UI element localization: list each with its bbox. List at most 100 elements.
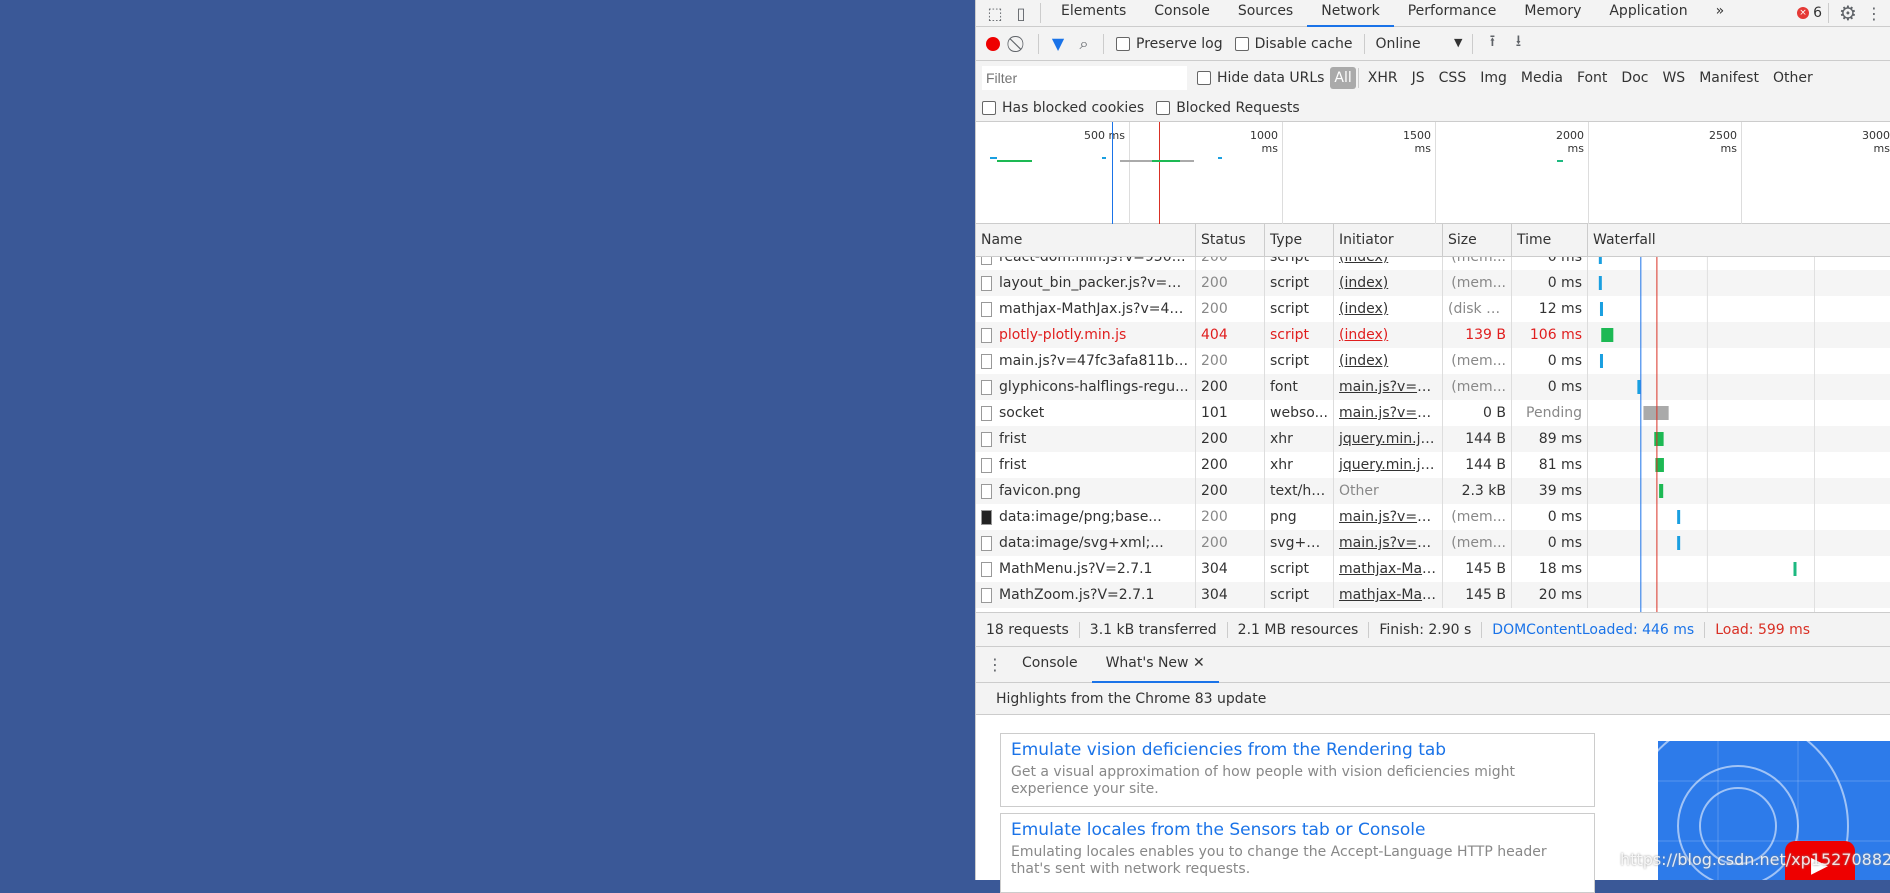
preserve-log-checkbox[interactable]: Preserve log xyxy=(1116,36,1223,52)
request-row[interactable]: favicon.png 200 text/ht... Other 2.3 kB 39 ms xyxy=(976,478,1890,504)
filter-type-media[interactable]: Media xyxy=(1514,70,1570,86)
overview-load-line xyxy=(1159,122,1161,224)
cell-initiator[interactable]: main.js?v=47... xyxy=(1334,504,1443,530)
disable-cache-checkbox[interactable]: Disable cache xyxy=(1234,36,1352,52)
network-overview[interactable]: 500 ms 1000 ms 1500 ms 2000 ms 2500 ms 3000 m… xyxy=(976,122,1890,224)
filter-type-other[interactable]: Other xyxy=(1766,70,1820,86)
request-row[interactable]: data:image/svg+xml;... 200 svg+xml main.js?… xyxy=(976,530,1890,556)
column-header-size[interactable]: Size xyxy=(1443,224,1512,256)
cell-type: xhr xyxy=(1265,452,1334,478)
cell-initiator[interactable]: jquery.min.js... xyxy=(1334,426,1443,452)
column-header-name[interactable]: Name xyxy=(976,224,1196,256)
request-row[interactable]: main.js?v=47fc3afa811b3... 200 script (inde… xyxy=(976,348,1890,374)
blocked-requests-checkbox[interactable]: Blocked Requests xyxy=(1156,100,1300,116)
more-options-icon[interactable]: ⋮ xyxy=(1861,0,1887,26)
cell-time: 0 ms xyxy=(1512,504,1588,530)
divider xyxy=(1364,33,1366,54)
tab-sources[interactable]: Sources xyxy=(1224,0,1307,27)
card-title[interactable]: Emulate locales from the Sensors tab or … xyxy=(1011,820,1584,840)
cell-initiator[interactable]: main.js?v=47... xyxy=(1334,400,1443,426)
request-row[interactable]: plotly-plotly.min.js 404 script (index) 139 … xyxy=(976,322,1890,348)
filter-type-xhr[interactable]: XHR xyxy=(1361,70,1405,86)
filter-type-img[interactable]: Img xyxy=(1473,70,1514,86)
type-text: xhr xyxy=(1270,431,1293,447)
request-row[interactable]: socket 101 webso... main.js?v=47... 0 B Pendi… xyxy=(976,400,1890,426)
inspect-element-icon[interactable]: ⬚ xyxy=(982,0,1008,26)
column-header-time[interactable]: Time xyxy=(1512,224,1588,256)
request-row[interactable]: mathjax-MathJax.js?v=49... 200 script (inde… xyxy=(976,296,1890,322)
request-row[interactable]: frist 200 xhr jquery.min.js... 144 B 81 ms xyxy=(976,452,1890,478)
cell-initiator[interactable]: main.js?v=47... xyxy=(1334,374,1443,400)
highlights-header: Highlights from the Chrome 83 update xyxy=(976,683,1890,715)
overview-request-mark xyxy=(1557,160,1563,162)
filter-type-ws[interactable]: WS xyxy=(1655,70,1692,86)
file-icon xyxy=(981,535,992,551)
initiator-text: main.js?v=47... xyxy=(1339,379,1443,395)
cell-initiator[interactable]: (index) xyxy=(1334,257,1443,270)
search-icon[interactable]: ⌕ xyxy=(1071,31,1097,57)
tab-console[interactable]: Console xyxy=(1140,0,1224,27)
filter-type-all[interactable]: All xyxy=(1330,66,1356,89)
tab-application[interactable]: Application xyxy=(1595,0,1701,27)
filter-type-font[interactable]: Font xyxy=(1570,70,1614,86)
time-text: 0 ms xyxy=(1547,257,1582,265)
hide-data-urls-checkbox[interactable]: Hide data URLs xyxy=(1197,70,1324,86)
tab-memory[interactable]: Memory xyxy=(1510,0,1595,27)
filter-type-js[interactable]: JS xyxy=(1405,70,1432,86)
filter-type-manifest[interactable]: Manifest xyxy=(1692,70,1766,86)
request-row[interactable]: MathMenu.js?V=2.7.1 304 script mathjax-Mat.… xyxy=(976,556,1890,582)
drawer-tab-whats-new[interactable]: What's New ✕ xyxy=(1091,647,1219,683)
cell-initiator[interactable]: (index) xyxy=(1334,322,1443,348)
filter-icon[interactable]: ▼ xyxy=(1045,31,1071,57)
column-header-initiator[interactable]: Initiator xyxy=(1334,224,1443,256)
record-icon[interactable] xyxy=(980,31,1006,57)
clear-icon[interactable]: ⃠ xyxy=(1006,31,1032,57)
more-tabs-button[interactable]: » xyxy=(1702,0,1739,27)
card-title[interactable]: Emulate vision deficiencies from the Ren… xyxy=(1011,740,1584,760)
whats-new-card[interactable]: Emulate locales from the Sensors tab or … xyxy=(1000,813,1595,893)
device-toolbar-icon[interactable]: ▯ xyxy=(1008,0,1034,26)
whats-new-card[interactable]: Emulate vision deficiencies from the Ren… xyxy=(1000,733,1595,807)
cell-initiator[interactable]: (index) xyxy=(1334,348,1443,374)
column-header-status[interactable]: Status xyxy=(1196,224,1265,256)
cell-type: script xyxy=(1265,270,1334,296)
request-row[interactable]: frist 200 xhr jquery.min.js... 144 B 89 ms xyxy=(976,426,1890,452)
overview-tick-label: 1500 ms xyxy=(1403,129,1431,155)
name-text: MathMenu.js?V=2.7.1 xyxy=(999,561,1153,577)
tab-performance[interactable]: Performance xyxy=(1394,0,1511,27)
status-text: 200 xyxy=(1201,257,1228,265)
export-har-icon[interactable]: ⭳ xyxy=(1505,31,1531,57)
import-har-icon[interactable]: ⭱ xyxy=(1479,31,1505,57)
drawer-tab-console[interactable]: Console xyxy=(1008,647,1092,683)
tab-network[interactable]: Network xyxy=(1307,0,1394,27)
column-header-waterfall[interactable]: Waterfall xyxy=(1588,224,1890,256)
time-text: 106 ms xyxy=(1529,327,1582,343)
cell-initiator[interactable]: jquery.min.js... xyxy=(1334,452,1443,478)
filter-type-css[interactable]: CSS xyxy=(1432,70,1474,86)
cell-initiator[interactable]: main.js?v=47... xyxy=(1334,530,1443,556)
error-counter[interactable]: × 6 xyxy=(1797,5,1822,21)
cell-name: frist xyxy=(976,452,1196,478)
tab-elements[interactable]: Elements xyxy=(1047,0,1140,27)
drawer-menu-icon[interactable]: ⋮ xyxy=(982,652,1008,678)
cell-status: 200 xyxy=(1196,478,1265,504)
cell-time: 81 ms xyxy=(1512,452,1588,478)
filter-type-doc[interactable]: Doc xyxy=(1614,70,1655,86)
request-row[interactable]: data:image/png;base... 200 png main.js?v=47… xyxy=(976,504,1890,530)
request-row[interactable]: react-dom.min.js?v=9504... 200 script (inde… xyxy=(976,257,1890,270)
has-blocked-cookies-checkbox[interactable]: Has blocked cookies xyxy=(982,100,1144,116)
cell-initiator[interactable]: mathjax-Mat... xyxy=(1334,556,1443,582)
file-icon xyxy=(981,353,992,369)
settings-gear-icon[interactable]: ⚙ xyxy=(1835,0,1861,26)
name-text: frist xyxy=(999,457,1027,473)
close-icon[interactable]: ✕ xyxy=(1193,655,1205,671)
cell-initiator[interactable]: mathjax-Mat... xyxy=(1334,582,1443,608)
cell-initiator[interactable]: (index) xyxy=(1334,270,1443,296)
cell-initiator[interactable]: (index) xyxy=(1334,296,1443,322)
request-row[interactable]: layout_bin_packer.js?v=6c... 200 script (in… xyxy=(976,270,1890,296)
throttling-select[interactable]: Online ▼ xyxy=(1371,36,1466,52)
request-row[interactable]: glyphicons-halflings-regu... 200 font main.… xyxy=(976,374,1890,400)
column-header-type[interactable]: Type xyxy=(1265,224,1334,256)
filter-input[interactable] xyxy=(982,65,1187,90)
request-row[interactable]: MathZoom.js?V=2.7.1 304 script mathjax-Mat.… xyxy=(976,582,1890,608)
